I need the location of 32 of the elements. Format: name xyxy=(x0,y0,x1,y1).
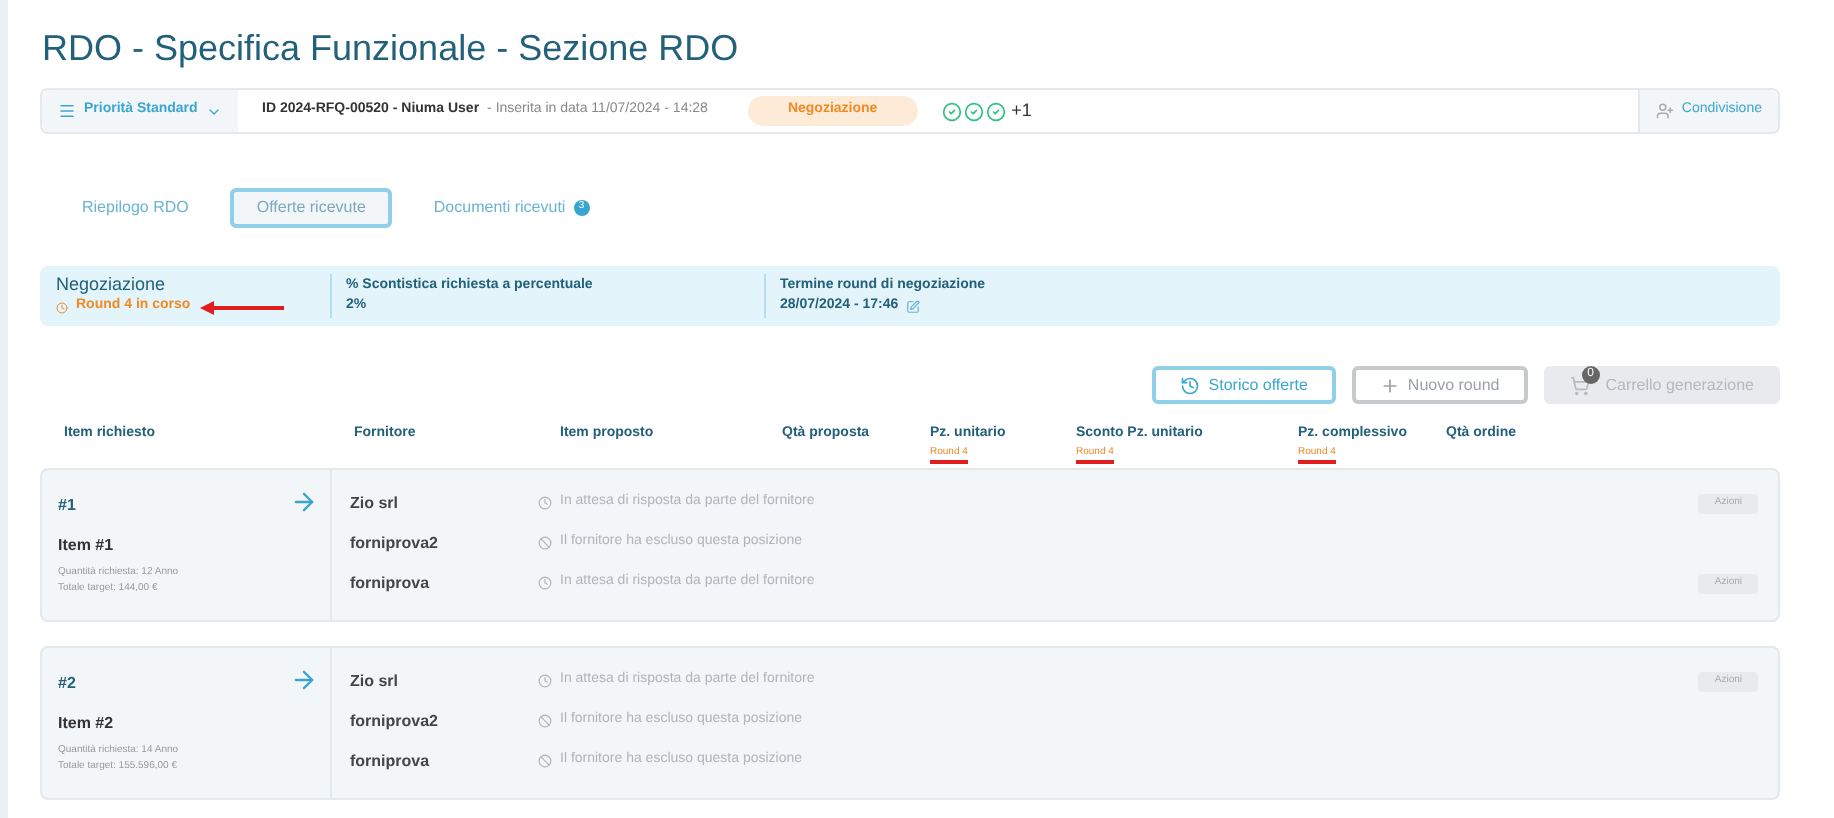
clock-icon xyxy=(56,301,68,313)
item-name: Item #1 xyxy=(58,534,114,558)
new-round-button[interactable]: Nuovo round xyxy=(1351,366,1528,404)
ban-icon xyxy=(538,754,552,768)
menu-icon xyxy=(58,102,76,120)
item-number: #2 xyxy=(58,672,76,696)
item-number: #1 xyxy=(58,494,76,518)
supplier-name: forniprova xyxy=(348,571,432,595)
history-icon xyxy=(1180,375,1201,395)
history-button[interactable]: Storico offerte xyxy=(1152,366,1336,404)
clock-icon xyxy=(538,496,552,510)
supplier-name: forniprova2 xyxy=(348,709,441,733)
page-title: RDO - Specifica Funzionale - Sezione RDO xyxy=(42,26,741,72)
arrow-right-icon[interactable] xyxy=(290,488,318,516)
ban-icon xyxy=(538,714,552,728)
edit-icon[interactable] xyxy=(906,299,921,314)
more-count: +1 xyxy=(1011,97,1032,124)
item-name: Item #2 xyxy=(58,712,114,736)
ban-icon xyxy=(538,536,552,550)
clock-icon xyxy=(538,674,552,688)
supplier-name: Zio srl xyxy=(348,669,401,693)
supplier-name: Zio srl xyxy=(348,491,401,515)
user-plus-icon xyxy=(1655,102,1674,120)
cart-icon xyxy=(1569,375,1590,395)
arrow-right-icon[interactable] xyxy=(290,666,318,694)
supplier-name: forniprova2 xyxy=(348,531,441,555)
clock-icon xyxy=(538,576,552,590)
tab[interactable]: Riepilogo RDO xyxy=(56,188,215,228)
supplier-name: forniprova xyxy=(348,749,432,773)
phase-label: Negoziazione xyxy=(56,274,168,297)
add-icon xyxy=(1379,375,1400,395)
tab[interactable]: Offerte ricevute xyxy=(230,188,392,228)
